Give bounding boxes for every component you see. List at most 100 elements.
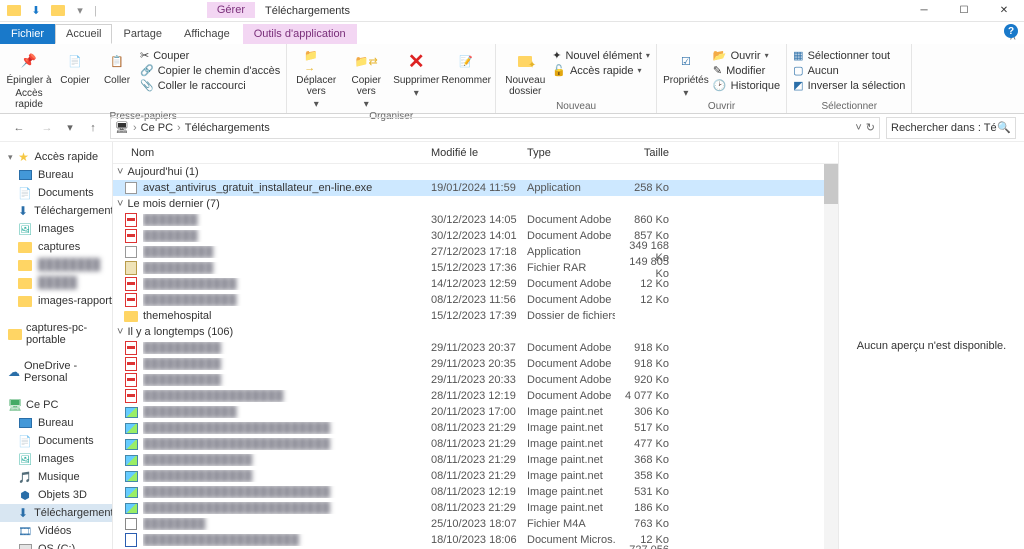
folder-qat-icon[interactable] <box>50 3 66 19</box>
up-button[interactable]: ↑ <box>82 117 104 139</box>
nav-images-rapport[interactable]: images-rapport <box>0 292 112 310</box>
nav-pc-images[interactable]: 🖼Images <box>0 450 112 468</box>
paste-shortcut-button[interactable]: 📎Coller le raccourci <box>140 78 280 93</box>
col-size[interactable]: Taille <box>615 147 669 159</box>
file-type: Fichier M4A <box>527 518 615 530</box>
forward-button[interactable]: → <box>36 117 58 139</box>
file-row[interactable]: ████████25/10/2023 18:07Fichier M4A763 K… <box>113 516 838 532</box>
copy-path-button[interactable]: 🔗Copier le chemin d'accès <box>140 63 280 78</box>
nav-onedrive[interactable]: ☁OneDrive - Personal <box>0 358 112 386</box>
col-name[interactable]: Nom <box>123 147 431 159</box>
file-modified: 30/12/2023 14:05 <box>431 214 527 226</box>
tab-view[interactable]: Affichage <box>173 24 241 44</box>
search-input[interactable]: Rechercher dans : Té… 🔍 <box>886 117 1016 139</box>
tab-app-tools[interactable]: Outils d'application <box>243 24 357 44</box>
new-folder-button[interactable]: ✦Nouveau dossier <box>502 46 548 97</box>
file-row[interactable]: ███████30/12/2023 14:05Document Adobe ..… <box>113 212 838 228</box>
refresh-icon[interactable]: ↻ <box>866 121 875 134</box>
nav-blur2[interactable]: █████ <box>0 274 112 292</box>
minimize-button[interactable]: ─ <box>904 0 944 22</box>
navigation-pane[interactable]: ▾★Accès rapide Bureau 📄Documents ⬇Téléch… <box>0 142 113 549</box>
file-row[interactable]: ████████████14/12/2023 12:59Document Ado… <box>113 276 838 292</box>
group-header[interactable]: ˅Le mois dernier (7) <box>113 196 838 212</box>
file-row[interactable]: █████████15/12/2023 17:36Fichier RAR149 … <box>113 260 838 276</box>
file-row[interactable]: █████████27/12/2023 17:18Application349 … <box>113 244 838 260</box>
file-row[interactable]: ████████████████████████08/11/2023 12:19… <box>113 484 838 500</box>
scroll-thumb[interactable] <box>824 164 838 204</box>
file-row[interactable]: ██████████████████28/11/2023 12:19Docume… <box>113 388 838 404</box>
group-header[interactable]: ˅Aujourd'hui (1) <box>113 164 838 180</box>
scrollbar[interactable] <box>824 164 838 549</box>
file-row[interactable]: ███████30/12/2023 14:01Document Adobe ..… <box>113 228 838 244</box>
breadcrumb[interactable]: 🖥› Ce PC› Téléchargements ˅ ↻ <box>110 117 880 139</box>
nav-blur1[interactable]: ████████ <box>0 256 112 274</box>
file-row[interactable]: ████████████████████████08/11/2023 21:29… <box>113 420 838 436</box>
nav-pc-osc[interactable]: OS (C:) <box>0 540 112 549</box>
move-to-button[interactable]: 📁→Déplacer vers▾ <box>293 46 339 110</box>
file-row[interactable]: ████████████20/11/2023 17:00Image paint.… <box>113 404 838 420</box>
nav-downloads[interactable]: ⬇Téléchargements <box>0 202 112 220</box>
paste-button[interactable]: 📋 Coller <box>98 46 136 86</box>
pin-to-quick-access-button[interactable]: 📌 Épingler à Accès rapide <box>6 46 52 110</box>
nav-pc-documents[interactable]: 📄Documents <box>0 432 112 450</box>
edit-icon: ✎ <box>713 64 722 77</box>
rename-button[interactable]: 📝Renommer <box>443 46 489 86</box>
nav-quick-access[interactable]: ▾★Accès rapide <box>0 148 112 166</box>
recent-locations-button[interactable]: ▾ <box>64 117 76 139</box>
file-list[interactable]: Nom Modifié le Type Taille ˅Aujourd'hui … <box>113 142 838 549</box>
history-button[interactable]: 🕑Historique <box>713 78 780 93</box>
column-headers[interactable]: Nom Modifié le Type Taille <box>113 142 838 164</box>
close-button[interactable]: ✕ <box>984 0 1024 22</box>
nav-desktop[interactable]: Bureau <box>0 166 112 184</box>
nav-pc-downloads[interactable]: ⬇Téléchargements <box>0 504 112 522</box>
nav-documents[interactable]: 📄Documents <box>0 184 112 202</box>
copy-icon: 📄 <box>63 49 87 73</box>
col-modified[interactable]: Modifié le <box>431 147 527 159</box>
file-row[interactable]: ██████████29/11/2023 20:33Document Adobe… <box>113 372 838 388</box>
crumb-downloads[interactable]: Téléchargements <box>185 122 270 134</box>
invert-selection-button[interactable]: ◩Inverser la sélection <box>793 78 905 93</box>
select-all-button[interactable]: ▦Sélectionner tout <box>793 48 905 63</box>
nav-pc-videos[interactable]: 🎞Vidéos <box>0 522 112 540</box>
modify-button[interactable]: ✎Modifier <box>713 63 780 78</box>
tab-share[interactable]: Partage <box>112 24 173 44</box>
open-button[interactable]: 📂Ouvrir▾ <box>713 48 780 63</box>
tab-home[interactable]: Accueil <box>55 24 112 44</box>
file-row[interactable]: ██████████29/11/2023 20:37Document Adobe… <box>113 340 838 356</box>
back-button[interactable]: ← <box>8 117 30 139</box>
cut-button[interactable]: ✂Couper <box>140 48 280 63</box>
nav-captures-pc[interactable]: captures-pc-portable <box>0 320 112 348</box>
file-row[interactable]: avast_antivirus_gratuit_installateur_en-… <box>113 180 838 196</box>
nav-this-pc[interactable]: 🖥Ce PC <box>0 396 112 414</box>
easy-access-button[interactable]: 🔓Accès rapide▾ <box>552 63 650 78</box>
nav-pc-3d[interactable]: ⬢Objets 3D <box>0 486 112 504</box>
help-icon[interactable]: ? <box>1004 24 1018 38</box>
select-none-button[interactable]: ▢Aucun <box>793 63 905 78</box>
new-item-button[interactable]: ✦Nouvel élément▾ <box>552 48 650 63</box>
file-row[interactable]: ████████████08/12/2023 11:56Document Ado… <box>113 292 838 308</box>
file-row[interactable]: themehospital15/12/2023 17:39Dossier de … <box>113 308 838 324</box>
properties-button[interactable]: ☑Propriétés▾ <box>663 46 709 99</box>
address-dropdown-icon[interactable]: ˅ <box>855 122 861 134</box>
delete-button[interactable]: ✕Supprimer▾ <box>393 46 439 99</box>
nav-pc-music[interactable]: 🎵Musique <box>0 468 112 486</box>
file-row[interactable]: ████████████████████████08/11/2023 21:29… <box>113 500 838 516</box>
file-row[interactable]: ████████████████████18/10/2023 18:06Docu… <box>113 532 838 548</box>
file-row[interactable]: ████████████████████████08/11/2023 21:29… <box>113 436 838 452</box>
crumb-this-pc[interactable]: Ce PC <box>141 122 173 134</box>
tab-file[interactable]: Fichier <box>0 24 55 44</box>
copy-button[interactable]: 📄 Copier <box>56 46 94 86</box>
nav-captures[interactable]: captures <box>0 238 112 256</box>
nav-pc-desktop[interactable]: Bureau <box>0 414 112 432</box>
down-arrow-icon[interactable]: ⬇ <box>28 3 44 19</box>
file-row[interactable]: ██████████29/11/2023 20:35Document Adobe… <box>113 356 838 372</box>
invert-icon: ◩ <box>793 79 803 92</box>
group-header[interactable]: ˅Il y a longtemps (106) <box>113 324 838 340</box>
copy-to-button[interactable]: 📁⇄Copier vers▾ <box>343 46 389 110</box>
overflow-icon[interactable]: ▾ <box>72 3 88 19</box>
file-row[interactable]: ██████████████08/11/2023 21:29Image pain… <box>113 468 838 484</box>
nav-images[interactable]: 🖼Images <box>0 220 112 238</box>
file-row[interactable]: ██████████████08/11/2023 21:29Image pain… <box>113 452 838 468</box>
col-type[interactable]: Type <box>527 147 615 159</box>
maximize-button[interactable]: ☐ <box>944 0 984 22</box>
